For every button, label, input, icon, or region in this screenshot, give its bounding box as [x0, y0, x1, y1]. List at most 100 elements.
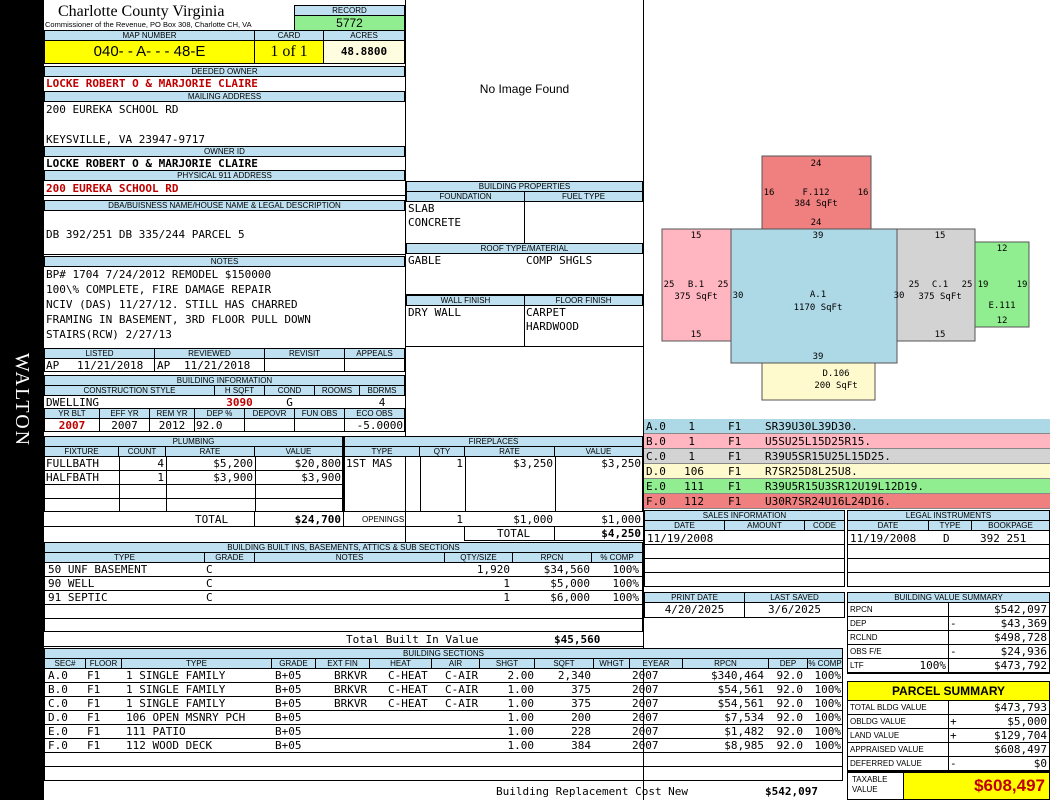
- sketch-label: B.1: [688, 280, 704, 290]
- sketch-label: 384 SqFt: [794, 199, 837, 209]
- ps-label: DEFERRED VALUE: [850, 759, 922, 768]
- vs-value: $542,097: [994, 603, 1047, 616]
- roof-type: GABLE: [408, 254, 442, 267]
- sketch-label: 25: [718, 280, 729, 290]
- builtin-qty: 1: [503, 577, 510, 590]
- sketch-label: D.106: [822, 369, 849, 379]
- sketch-label: 16: [764, 188, 775, 198]
- physical-address: 200 EUREKA SCHOOL RD: [46, 182, 179, 195]
- notes-line: STAIRS(RCW) 2/27/13: [46, 328, 172, 341]
- construction-header: CONSTRUCTION STYLE: [44, 385, 215, 396]
- sketch-label: 39: [813, 231, 824, 241]
- cond-header: COND: [264, 385, 315, 396]
- card-number: 1 of 1: [254, 40, 324, 64]
- builtin-type: 50 UNF BASEMENT: [48, 563, 148, 576]
- listed-date: 11/21/2018: [77, 359, 144, 372]
- vs-label: RCLND: [850, 633, 878, 642]
- openings-rate: $1,000: [513, 513, 553, 526]
- plumbing-total-label: TOTAL: [195, 513, 229, 526]
- vs-pct: 100%: [919, 659, 947, 672]
- sketch-label: 30: [733, 291, 744, 301]
- builtin-qty: 1: [503, 591, 510, 604]
- ps-value: $473,793: [994, 701, 1047, 714]
- li-type: D: [943, 532, 950, 545]
- roof-material: COMP SHGLS: [526, 254, 593, 267]
- reviewed-date: 11/21/2018: [184, 359, 251, 372]
- fp-value: $3,250: [601, 457, 641, 470]
- floor-finish: CARPET: [526, 306, 566, 319]
- plumbing-rate: $3,900: [213, 471, 253, 484]
- mailing-header: MAILING ADDRESS: [44, 91, 405, 102]
- ps-value: $5,000: [1007, 715, 1047, 728]
- eco-obs: -5.0000: [356, 419, 403, 432]
- section-row: B.0 F1 1 SINGLE FAMILY B+05 BRKVR C-HEAT C-AIR…: [48, 683, 841, 696]
- legend-row: A.0 1 F1 SR39U30L39D30.: [644, 419, 1050, 434]
- plumbing-count: 4: [157, 457, 164, 470]
- side-label-text: WALTON: [11, 352, 33, 448]
- last-saved: 3/6/2025: [768, 603, 821, 616]
- owner-id-header: OWNER ID: [44, 146, 405, 157]
- openings-qty: 1: [456, 513, 463, 526]
- fp-total-label: TOTAL: [497, 527, 531, 540]
- sketch-label: 15: [935, 330, 946, 340]
- builtin-comp: 100%: [612, 591, 640, 604]
- sketch-label: 24: [811, 218, 822, 228]
- foundation-value: SLAB: [408, 202, 435, 215]
- legend-row: F.0 112 F1 U30R7SR24U16L24D16.: [644, 494, 1050, 509]
- sketch-label: 19: [978, 280, 989, 290]
- sketch-label: 375 SqFt: [918, 292, 961, 302]
- notes-line: NCIV (DAS) 11/27/12. STILL HAS CHARRED: [46, 298, 298, 311]
- sketch-label: 30: [894, 291, 905, 301]
- sketch-label: 15: [935, 231, 946, 241]
- notes-line: 100\% COMPLETE, FIRE DAMAGE REPAIR: [46, 283, 272, 296]
- openings-label: OPENINGS: [362, 515, 405, 524]
- notes-header: NOTES: [44, 256, 405, 267]
- plumbing-fixture: HALFBATH: [46, 471, 99, 484]
- replacement-cost: $542,097: [765, 785, 818, 798]
- builtins-total: $45,560: [554, 633, 601, 646]
- eff-year: 2007: [111, 419, 138, 432]
- print-date: 4/20/2025: [664, 603, 725, 616]
- sketch-legend: A.0 1 F1 SR39U30L39D30. B.0 1 F1 U5SU25L15D25R…: [644, 419, 1050, 509]
- builtin-rpcn: $5,000: [550, 577, 590, 590]
- plumbing-rate: $5,200: [213, 457, 253, 470]
- builtins-total-label: Total Built In Value: [346, 633, 479, 646]
- builtin-comp: 100%: [612, 563, 640, 576]
- li-date: 11/19/2008: [850, 532, 917, 545]
- wall-header: WALL FINISH: [406, 295, 525, 306]
- ps-value: $0: [1033, 757, 1047, 770]
- fuel-header: FUEL TYPE: [524, 191, 643, 202]
- acres-value: 48.8800: [323, 40, 405, 64]
- sketch-label: 375 SqFt: [674, 292, 717, 302]
- openings-value: $1,000: [601, 513, 641, 526]
- plumbing-value: $3,900: [301, 471, 341, 484]
- builtin-comp: 100%: [612, 577, 640, 590]
- sketch-label: F.112: [802, 188, 829, 198]
- sketch-label: A.1: [810, 290, 826, 300]
- listed-by: AP: [46, 359, 60, 372]
- replacement-cost-label: Building Replacement Cost New: [496, 785, 689, 798]
- taxable-value: $608,497: [903, 772, 1050, 800]
- floor-header: FLOOR FINISH: [524, 295, 643, 306]
- vs-label: OBS F/E: [850, 647, 882, 656]
- sketch-label: C.1: [932, 280, 948, 290]
- vs-value: $24,936: [1000, 645, 1047, 658]
- legend-row: D.0 106 F1 R7SR25D8L25U8.: [644, 464, 1050, 479]
- builtin-grade: C: [206, 577, 213, 590]
- vs-label: LTF: [850, 661, 864, 670]
- li-book: 392 251: [980, 532, 1027, 545]
- sketch-label: 16: [858, 188, 869, 198]
- county-title: Charlotte County Virginia: [58, 3, 225, 20]
- builtin-rpcn: $6,000: [550, 591, 590, 604]
- deeded-owner-header: DEEDED OWNER: [44, 66, 405, 77]
- ps-value: $608,497: [994, 743, 1047, 756]
- reviewed-by: AP: [157, 359, 171, 372]
- no-image-placeholder: No Image Found: [479, 82, 570, 96]
- bdrms-header: BDRMS: [359, 385, 405, 396]
- sketch-label: 12: [997, 244, 1008, 254]
- vs-label: DEP: [850, 619, 867, 628]
- legend-row: E.0 111 F1 R39U5R15U3SR12U19L12D19.: [644, 479, 1050, 494]
- legal-description: DB 392/251 DB 335/244 PARCEL 5: [46, 228, 245, 241]
- wall-finish: DRY WALL: [408, 306, 461, 319]
- dep-percent: 92.0: [196, 419, 223, 432]
